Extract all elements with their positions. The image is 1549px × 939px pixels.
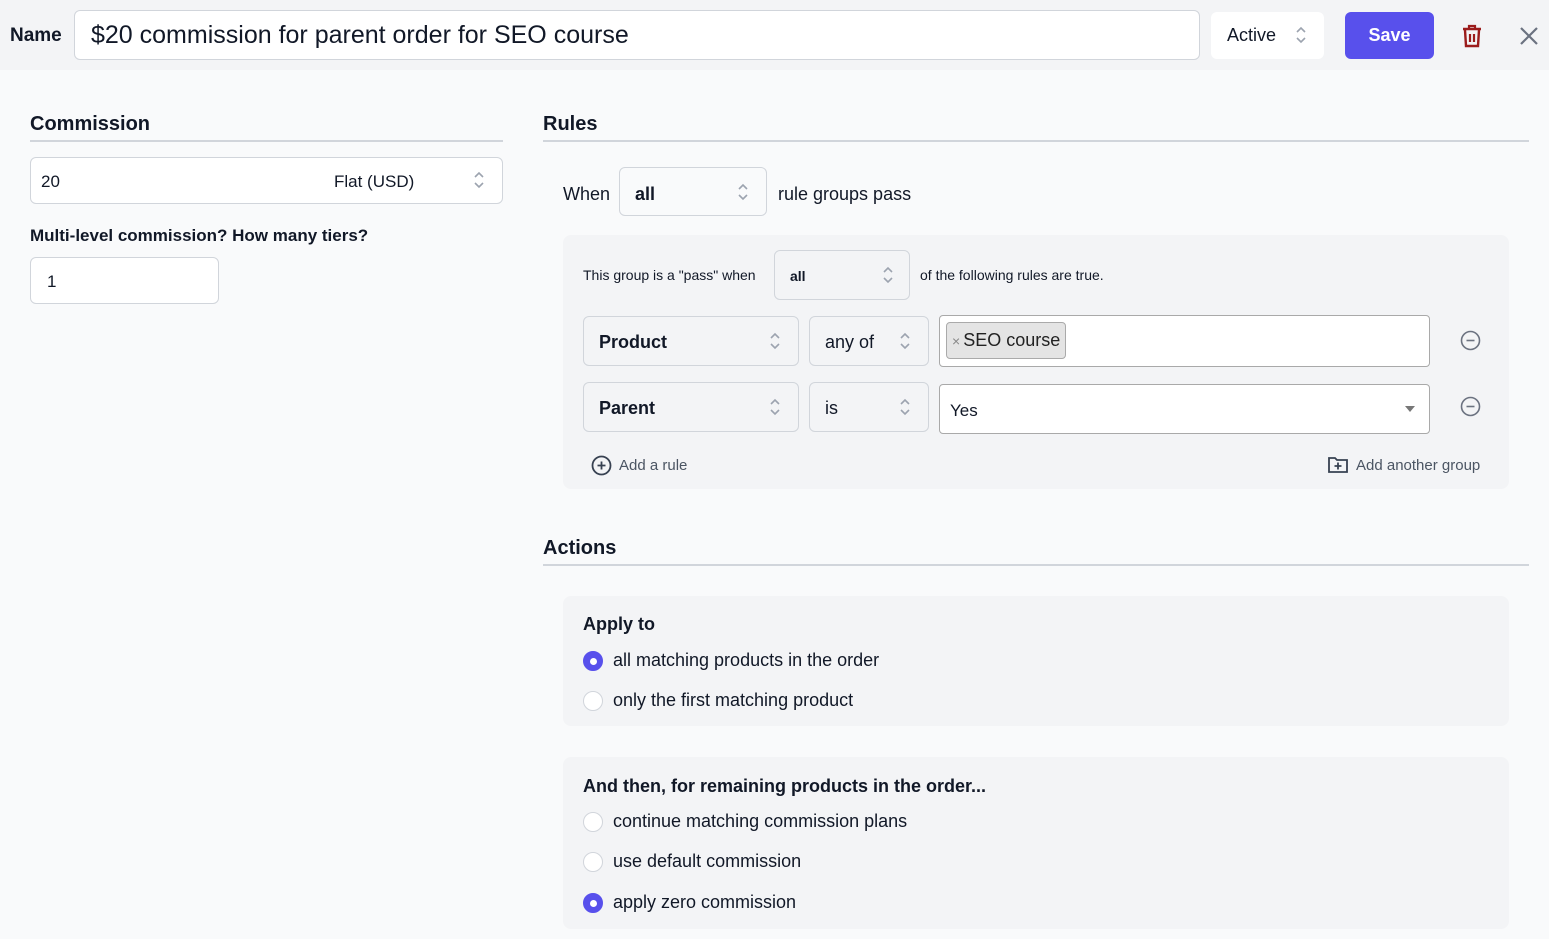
when-suffix: rule groups pass	[778, 184, 912, 204]
rule-value-select[interactable]: Yes	[939, 384, 1430, 434]
commission-divider	[30, 140, 503, 142]
remaining-radio-continue[interactable]	[583, 812, 603, 832]
status-select[interactable]: Active	[1211, 12, 1324, 59]
chevron-up-down-icon	[769, 331, 781, 351]
remove-rule-icon[interactable]	[1460, 330, 1481, 351]
rule-operator-value: is	[825, 398, 838, 418]
chevron-up-down-icon	[899, 331, 911, 351]
trash-icon[interactable]	[1461, 24, 1483, 48]
status-value: Active	[1227, 25, 1277, 45]
caret-down-icon	[1405, 406, 1415, 412]
chevron-up-down-icon	[882, 265, 894, 285]
chevron-up-down-icon	[473, 170, 485, 190]
when-select[interactable]: all	[619, 167, 767, 216]
group-mode-select[interactable]: all	[774, 250, 910, 300]
save-button[interactable]: Save	[1345, 12, 1434, 59]
remaining-option-label: use default commission	[613, 851, 802, 871]
tiers-value: 1	[47, 272, 57, 291]
chevron-up-down-icon	[899, 397, 911, 417]
remaining-radio-default[interactable]	[583, 852, 603, 872]
rules-divider	[543, 140, 1529, 142]
remaining-radio-zero[interactable]	[583, 893, 603, 913]
top-bar: Name $20 commission for parent order for…	[0, 0, 1549, 70]
tiers-input[interactable]: 1	[30, 257, 219, 304]
apply-to-radio-all[interactable]	[583, 651, 603, 671]
folder-plus-icon	[1327, 455, 1349, 475]
rule-operator-select[interactable]: is	[809, 382, 929, 432]
close-icon[interactable]	[1519, 26, 1539, 46]
chevron-up-down-icon	[769, 397, 781, 417]
apply-to-option-label: all matching products in the order	[613, 650, 880, 670]
tiers-label: Multi-level commission? How many tiers?	[30, 226, 369, 245]
remove-rule-icon[interactable]	[1460, 396, 1481, 417]
plus-circle-icon	[591, 455, 612, 476]
actions-title: Actions	[543, 537, 617, 559]
apply-to-title: Apply to	[583, 614, 655, 634]
group-mode-value: all	[790, 268, 806, 284]
rule-value: Yes	[950, 401, 978, 420]
tag-remove-icon[interactable]: ×	[952, 333, 960, 349]
group-suffix: of the following rules are true.	[920, 267, 1104, 283]
add-rule-label: Add a rule	[619, 457, 688, 474]
when-value: all	[635, 184, 656, 204]
rule-group: This group is a "pass" when all of the f…	[563, 235, 1509, 489]
apply-to-option-label: only the first matching product	[613, 690, 854, 710]
tag-chip: × SEO course	[946, 322, 1067, 359]
remaining-option-label: continue matching commission plans	[613, 811, 908, 831]
rule-value-tags-input[interactable]: × SEO course	[939, 315, 1430, 367]
name-input[interactable]: $20 commission for parent order for SEO …	[74, 10, 1200, 60]
rule-field-value: Product	[599, 332, 668, 352]
add-group-label: Add another group	[1356, 456, 1481, 474]
group-prefix: This group is a "pass" when	[583, 267, 756, 283]
commission-amount: 20	[41, 172, 60, 191]
apply-to-radio-first[interactable]	[583, 691, 603, 711]
add-group-button[interactable]: Add another group	[1327, 455, 1480, 475]
commission-title: Commission	[30, 113, 151, 135]
remaining-option-label: apply zero commission	[613, 892, 797, 912]
commission-type-select[interactable]: Flat (USD)	[334, 172, 414, 192]
actions-divider	[543, 564, 1529, 566]
rule-field-select[interactable]: Product	[583, 316, 799, 366]
rule-field-value: Parent	[599, 398, 656, 418]
tag-label: SEO course	[963, 330, 1061, 350]
remaining-title: And then, for remaining products in the …	[583, 776, 987, 796]
remaining-panel: And then, for remaining products in the …	[563, 757, 1509, 929]
rules-title: Rules	[543, 113, 598, 135]
rule-field-select[interactable]: Parent	[583, 382, 799, 432]
chevron-up-down-icon	[737, 182, 749, 202]
rule-operator-value: any of	[825, 332, 875, 352]
add-rule-button[interactable]: Add a rule	[591, 455, 687, 476]
commission-amount-field[interactable]: 20 Flat (USD)	[30, 157, 503, 204]
chevron-up-down-icon	[1295, 25, 1307, 45]
when-label: When	[563, 184, 611, 204]
name-label: Name	[10, 25, 62, 46]
rule-operator-select[interactable]: any of	[809, 316, 929, 366]
apply-to-panel: Apply to all matching products in the or…	[563, 596, 1509, 726]
